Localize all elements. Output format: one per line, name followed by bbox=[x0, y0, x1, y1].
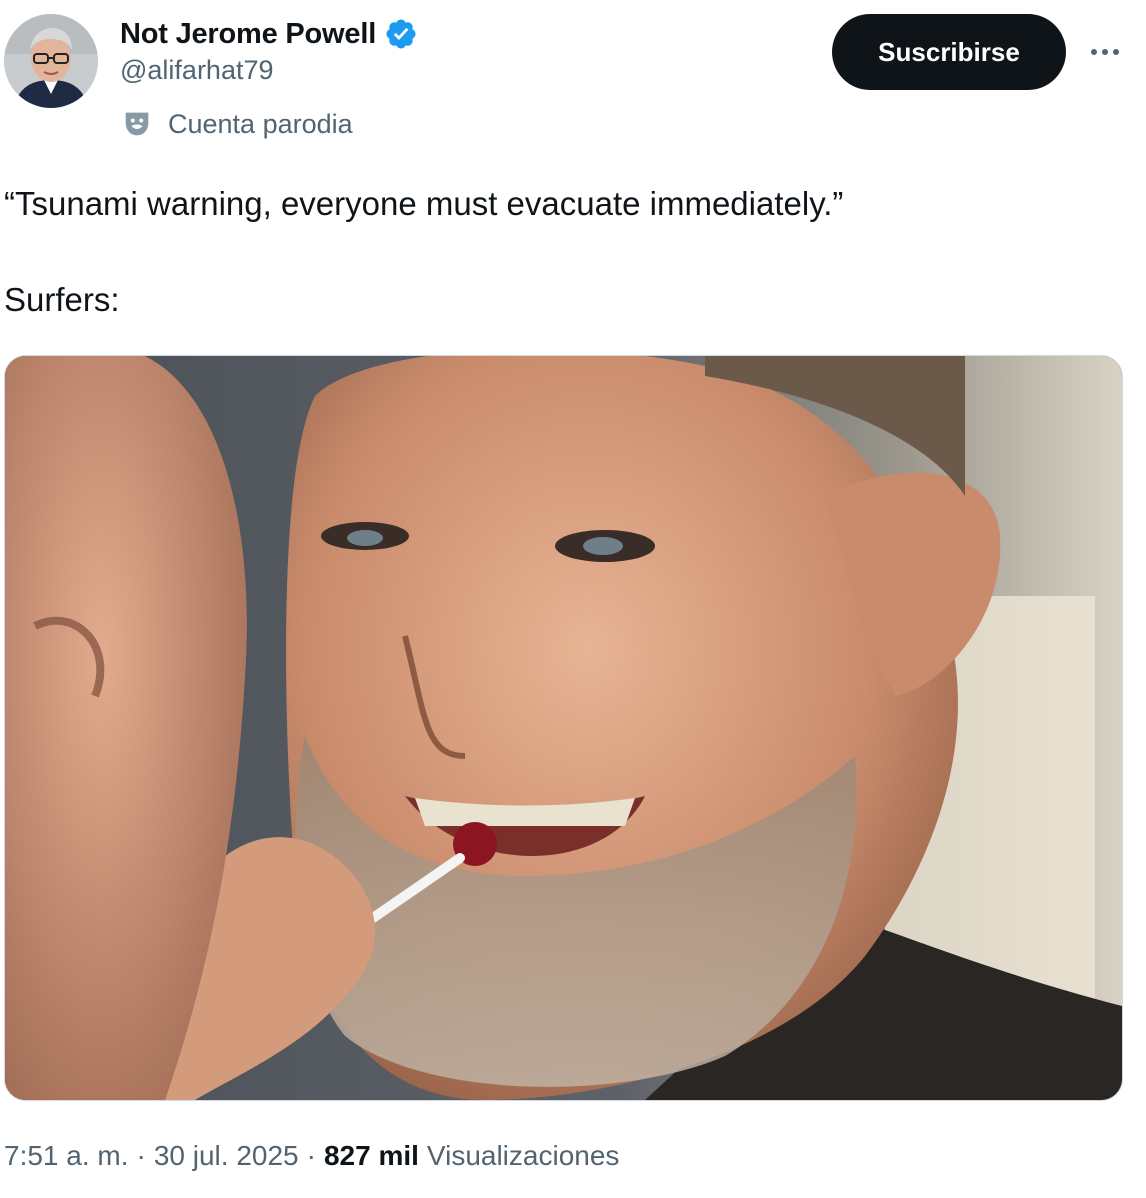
tweet-media-image[interactable] bbox=[4, 355, 1123, 1101]
views-label: Visualizaciones bbox=[426, 1140, 620, 1171]
tweet-text: “Tsunami warning, everyone must evacuate… bbox=[4, 180, 1124, 324]
meme-photo bbox=[5, 356, 1122, 1100]
more-horizontal-icon bbox=[1091, 49, 1119, 55]
tweet-header: Not Jerome Powell @alifarhat79 Cuenta pa… bbox=[0, 0, 1146, 150]
display-name[interactable]: Not Jerome Powell bbox=[120, 18, 376, 51]
handle[interactable]: @alifarhat79 bbox=[120, 55, 274, 86]
verified-badge-icon bbox=[384, 17, 418, 51]
tweet-date[interactable]: 30 jul. 2025 bbox=[154, 1140, 299, 1172]
parody-account-label: Cuenta parodia bbox=[120, 104, 353, 144]
tweet-meta: 7:51 a. m. · 30 jul. 2025 · 827 mil Visu… bbox=[4, 1140, 619, 1172]
tweet-line-1: “Tsunami warning, everyone must evacuate… bbox=[4, 185, 844, 222]
meta-separator: · bbox=[136, 1140, 146, 1171]
subscribe-button[interactable]: Suscribirse bbox=[832, 14, 1066, 90]
parody-label: Cuenta parodia bbox=[168, 108, 353, 139]
tweet-line-2: Surfers: bbox=[4, 281, 120, 318]
name-row: Not Jerome Powell bbox=[120, 14, 418, 54]
avatar[interactable] bbox=[4, 14, 98, 108]
more-options-button[interactable] bbox=[1082, 32, 1128, 72]
tweet-time[interactable]: 7:51 a. m. bbox=[4, 1140, 129, 1172]
meta-separator: · bbox=[306, 1140, 316, 1171]
views-count: 827 mil bbox=[323, 1140, 419, 1171]
theater-mask-icon bbox=[120, 107, 154, 141]
